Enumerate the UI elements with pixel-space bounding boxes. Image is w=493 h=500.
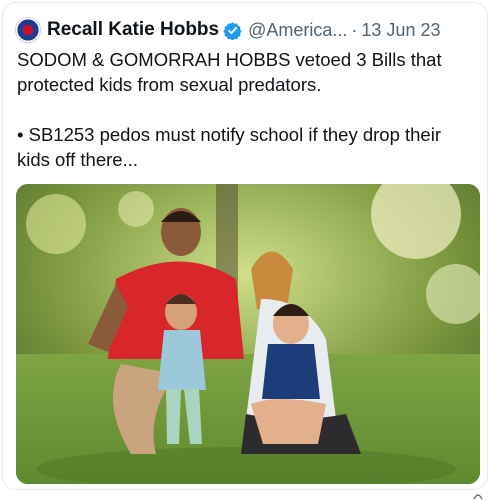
tweet-photo[interactable]	[16, 184, 480, 484]
tweet-date[interactable]: 13 Jun 23	[361, 20, 440, 41]
author-name[interactable]: Recall Katie Hobbs	[47, 19, 219, 41]
tweet-card[interactable]: Recall Katie Hobbs @America... · 13 Jun …	[2, 2, 488, 490]
family-photo-illustration	[16, 184, 480, 484]
author-avatar[interactable]	[15, 17, 41, 43]
tweet-header: Recall Katie Hobbs @America... · 13 Jun …	[15, 13, 475, 47]
verified-badge-icon	[223, 21, 242, 40]
separator-dot: ·	[351, 19, 358, 40]
corner-mark-icon	[473, 494, 483, 500]
author-handle[interactable]: @America...	[248, 20, 347, 41]
tweet-text-paragraph-2: • SB1253 pedos must notify school if the…	[17, 124, 441, 170]
tweet-text-paragraph-1: SODOM & GOMORRAH HOBBS vetoed 3 Bills th…	[17, 49, 442, 95]
tweet-text: SODOM & GOMORRAH HOBBS vetoed 3 Bills th…	[17, 47, 473, 172]
